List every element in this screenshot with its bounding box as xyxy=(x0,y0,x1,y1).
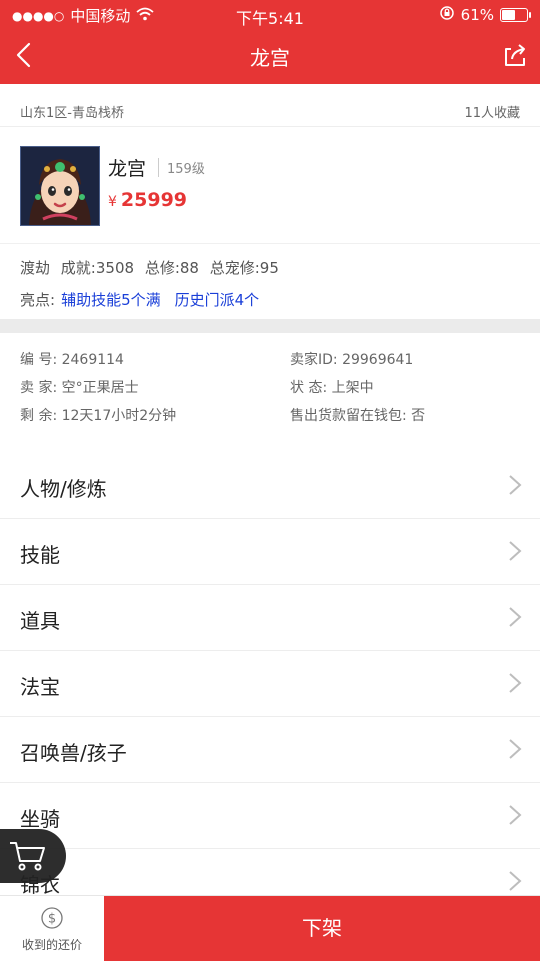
price-value: 25999 xyxy=(120,189,188,211)
server-row: 山东1区-青岛栈桥 11人收藏 xyxy=(0,84,540,127)
highlights-label: 亮点: xyxy=(20,291,56,309)
detail-remaining: 剩 余: 12天17小时2分钟 xyxy=(20,408,177,424)
stat-total-cultivation: 总修:88 xyxy=(144,259,199,277)
character-stats: 渡劫 成就:3508 总修:88 总宠修:95 xyxy=(20,257,285,278)
app-header: ●●●●○ 中国移动 下午5:41 61% 龙宫 xyxy=(0,0,540,84)
delist-button[interactable]: 下架 xyxy=(104,896,540,961)
detail-wallet: 售出货款留在钱包: 否 xyxy=(290,408,426,424)
menu-item-character[interactable]: 人物/修炼 xyxy=(0,453,540,519)
menu-item-label: 法宝 xyxy=(20,675,60,699)
menu-item-treasures[interactable]: 法宝 xyxy=(0,651,540,717)
chevron-right-icon xyxy=(509,541,522,561)
character-level: 159级 xyxy=(158,158,205,177)
svg-text:$: $ xyxy=(48,912,56,927)
menu-item-label: 坐骑 xyxy=(20,807,60,831)
character-price: ¥25999 xyxy=(108,189,187,211)
chevron-right-icon xyxy=(509,871,522,891)
chevron-right-icon xyxy=(509,673,522,693)
currency-symbol: ¥ xyxy=(108,194,117,210)
server-location: 山东1区-青岛栈桥 xyxy=(20,106,124,121)
highlight-tag[interactable]: 历史门派4个 xyxy=(175,291,260,309)
stat-dujie: 渡劫 xyxy=(20,259,51,277)
detail-menu: 人物/修炼 技能 道具 法宝 召唤兽/孩子 坐骑 锦衣 xyxy=(0,453,540,915)
highlight-tag[interactable]: 辅助技能5个满 xyxy=(61,291,161,309)
share-icon xyxy=(505,44,525,66)
menu-item-mounts[interactable]: 坐骑 xyxy=(0,783,540,849)
cart-icon xyxy=(10,842,45,871)
counter-offers-button[interactable]: $ 收到的还价 xyxy=(0,896,104,961)
menu-item-items[interactable]: 道具 xyxy=(0,585,540,651)
detail-row: 剩 余: 12天17小时2分钟 售出货款留在钱包: 否 xyxy=(20,405,520,433)
favorite-count: 11人收藏 xyxy=(464,106,520,121)
menu-item-label: 人物/修炼 xyxy=(20,477,107,501)
menu-item-label: 道具 xyxy=(20,609,60,633)
battery-percent: 61% xyxy=(460,6,494,24)
menu-item-label: 召唤兽/孩子 xyxy=(20,741,127,765)
counter-offers-label: 收到的还价 xyxy=(21,938,82,952)
character-avatar xyxy=(20,146,100,226)
share-button[interactable] xyxy=(500,40,530,70)
dollar-circle-icon: $ xyxy=(41,907,63,929)
stat-achievement: 成就:3508 xyxy=(60,259,135,277)
detail-serial: 编 号: 2469114 xyxy=(20,352,124,368)
menu-item-skills[interactable]: 技能 xyxy=(0,519,540,585)
highlights: 亮点: 辅助技能5个满 历史门派4个 xyxy=(20,289,259,310)
menu-item-label: 技能 xyxy=(20,543,60,567)
section-divider xyxy=(0,319,540,333)
chevron-right-icon xyxy=(509,805,522,825)
menu-item-pets[interactable]: 召唤兽/孩子 xyxy=(0,717,540,783)
detail-status: 状 态: 上架中 xyxy=(290,380,374,396)
cart-button[interactable] xyxy=(0,829,66,883)
detail-row: 编 号: 2469114 卖家ID: 29969641 xyxy=(20,349,520,377)
nav-bar: 龙宫 xyxy=(0,28,540,84)
chevron-right-icon xyxy=(509,475,522,495)
battery-icon xyxy=(500,8,531,22)
character-name: 龙宫 xyxy=(108,158,147,180)
listing-details: 编 号: 2469114 卖家ID: 29969641 卖 家: 空°正果居士 … xyxy=(20,349,520,433)
bottom-action-bar: $ 收到的还价 下架 xyxy=(0,895,540,961)
character-card: 龙宫 159级 ¥25999 xyxy=(0,126,540,244)
detail-seller-id: 卖家ID: 29969641 xyxy=(290,352,414,368)
page-title: 龙宫 xyxy=(250,46,290,70)
rotation-lock-icon xyxy=(439,5,455,25)
chevron-right-icon xyxy=(509,607,522,627)
stat-pet-cultivation: 总宠修:95 xyxy=(209,259,279,277)
chevron-right-icon xyxy=(509,739,522,759)
detail-row: 卖 家: 空°正果居士 状 态: 上架中 xyxy=(20,377,520,405)
detail-seller: 卖 家: 空°正果居士 xyxy=(20,380,139,396)
status-bar: ●●●●○ 中国移动 下午5:41 61% xyxy=(0,0,540,28)
status-right: 61% xyxy=(439,5,531,25)
